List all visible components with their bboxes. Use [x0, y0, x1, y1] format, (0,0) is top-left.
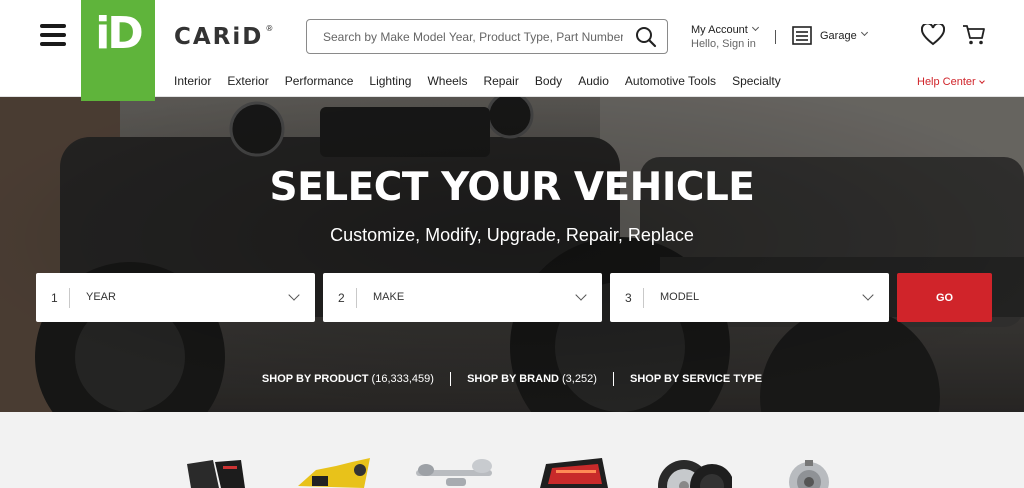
garage-button[interactable]: Garage — [792, 26, 868, 45]
step-number: 1 — [51, 291, 58, 305]
search-icon[interactable] — [635, 26, 657, 48]
make-select[interactable]: 2 MAKE — [323, 273, 602, 322]
category-strip — [0, 412, 1024, 488]
go-button[interactable]: GO — [897, 273, 992, 322]
shop-by-service-label: SHOP BY SERVICE TYPE — [630, 372, 763, 385]
door-kit-icon[interactable] — [292, 456, 372, 488]
nav-body[interactable]: Body — [535, 74, 562, 88]
chevron-down-icon — [978, 78, 985, 84]
chevron-down-icon — [862, 289, 874, 301]
nav-automotive-tools[interactable]: Automotive Tools — [625, 74, 716, 88]
shop-by-product-label: SHOP BY PRODUCT — [261, 372, 369, 385]
step-number: 3 — [625, 291, 632, 305]
divider — [450, 372, 451, 386]
nav-repair[interactable]: Repair — [483, 74, 518, 88]
heart-icon[interactable] — [921, 24, 945, 46]
shop-by-brand-label: SHOP BY BRAND — [467, 372, 559, 385]
nav-exterior[interactable]: Exterior — [227, 74, 268, 88]
logo-text: iD — [95, 8, 144, 59]
nav-lighting[interactable]: Lighting — [369, 74, 411, 88]
hamburger-menu-icon[interactable] — [40, 24, 66, 46]
garage-label: Garage — [820, 29, 857, 42]
cart-icon[interactable] — [962, 24, 986, 46]
wheel-tire-icon[interactable] — [656, 456, 732, 488]
shop-by-brand-link[interactable]: SHOP BY BRAND (3,252) — [467, 373, 597, 385]
registered-mark: ® — [265, 24, 276, 33]
tail-light-icon[interactable] — [538, 456, 610, 488]
chevron-down-icon — [575, 289, 587, 301]
account-title: My Account — [691, 24, 748, 36]
shop-by-brand-count: (3,252) — [562, 372, 597, 385]
exhaust-icon[interactable] — [412, 456, 496, 488]
floor-mats-icon[interactable] — [183, 456, 247, 488]
year-label: YEAR — [86, 291, 116, 303]
hero-subtitle: Customize, Modify, Upgrade, Repair, Repl… — [330, 225, 694, 245]
year-select[interactable]: 1 YEAR — [36, 273, 315, 322]
my-account[interactable]: My Account Hello, Sign in — [691, 23, 759, 51]
logo[interactable]: iD — [81, 0, 155, 101]
nav-interior[interactable]: Interior — [174, 74, 211, 88]
chevron-down-icon — [751, 23, 759, 32]
chevron-down-icon — [288, 289, 300, 301]
alternator-icon[interactable] — [786, 456, 832, 488]
nav-audio[interactable]: Audio — [578, 74, 609, 88]
help-center-link[interactable]: Help Center — [917, 76, 985, 88]
model-label: MODEL — [660, 291, 700, 303]
make-label: MAKE — [373, 291, 405, 303]
shop-by-product-link[interactable]: SHOP BY PRODUCT (16,333,459) — [262, 373, 434, 385]
nav-wheels[interactable]: Wheels — [427, 74, 467, 88]
nav-specialty[interactable]: Specialty — [732, 74, 781, 88]
divider — [775, 30, 776, 44]
hero-vehicle-image — [0, 97, 1024, 412]
divider — [356, 288, 357, 308]
hero-title: SELECT YOUR VEHICLE — [269, 165, 755, 210]
brand-wordmark[interactable]: CARiD ® — [174, 24, 275, 50]
divider — [643, 288, 644, 308]
brand-name: CARiD — [174, 24, 264, 50]
garage-icon — [792, 26, 812, 45]
hero-banner: SELECT YOUR VEHICLE Customize, Modify, U… — [0, 97, 1024, 412]
divider — [69, 288, 70, 308]
model-select[interactable]: 3 MODEL — [610, 273, 889, 322]
search-box — [306, 19, 668, 54]
shop-by-service-link[interactable]: SHOP BY SERVICE TYPE — [630, 373, 762, 385]
divider — [612, 372, 614, 386]
help-center-label: Help Center — [917, 76, 976, 88]
step-number: 2 — [338, 291, 345, 305]
chevron-down-icon — [860, 28, 868, 37]
site-header: iD CARiD® My Account Hello, Sign in Gara… — [0, 0, 1024, 101]
shop-by-product-count: (16,333,459) — [371, 372, 434, 385]
category-nav: Interior Exterior Performance Lighting W… — [174, 74, 797, 88]
nav-performance[interactable]: Performance — [285, 74, 354, 88]
account-signin: Hello, Sign in — [691, 38, 756, 50]
search-input[interactable] — [323, 20, 623, 53]
shop-by-links: SHOP BY PRODUCT (16,333,459) SHOP BY BRA… — [0, 372, 1024, 386]
